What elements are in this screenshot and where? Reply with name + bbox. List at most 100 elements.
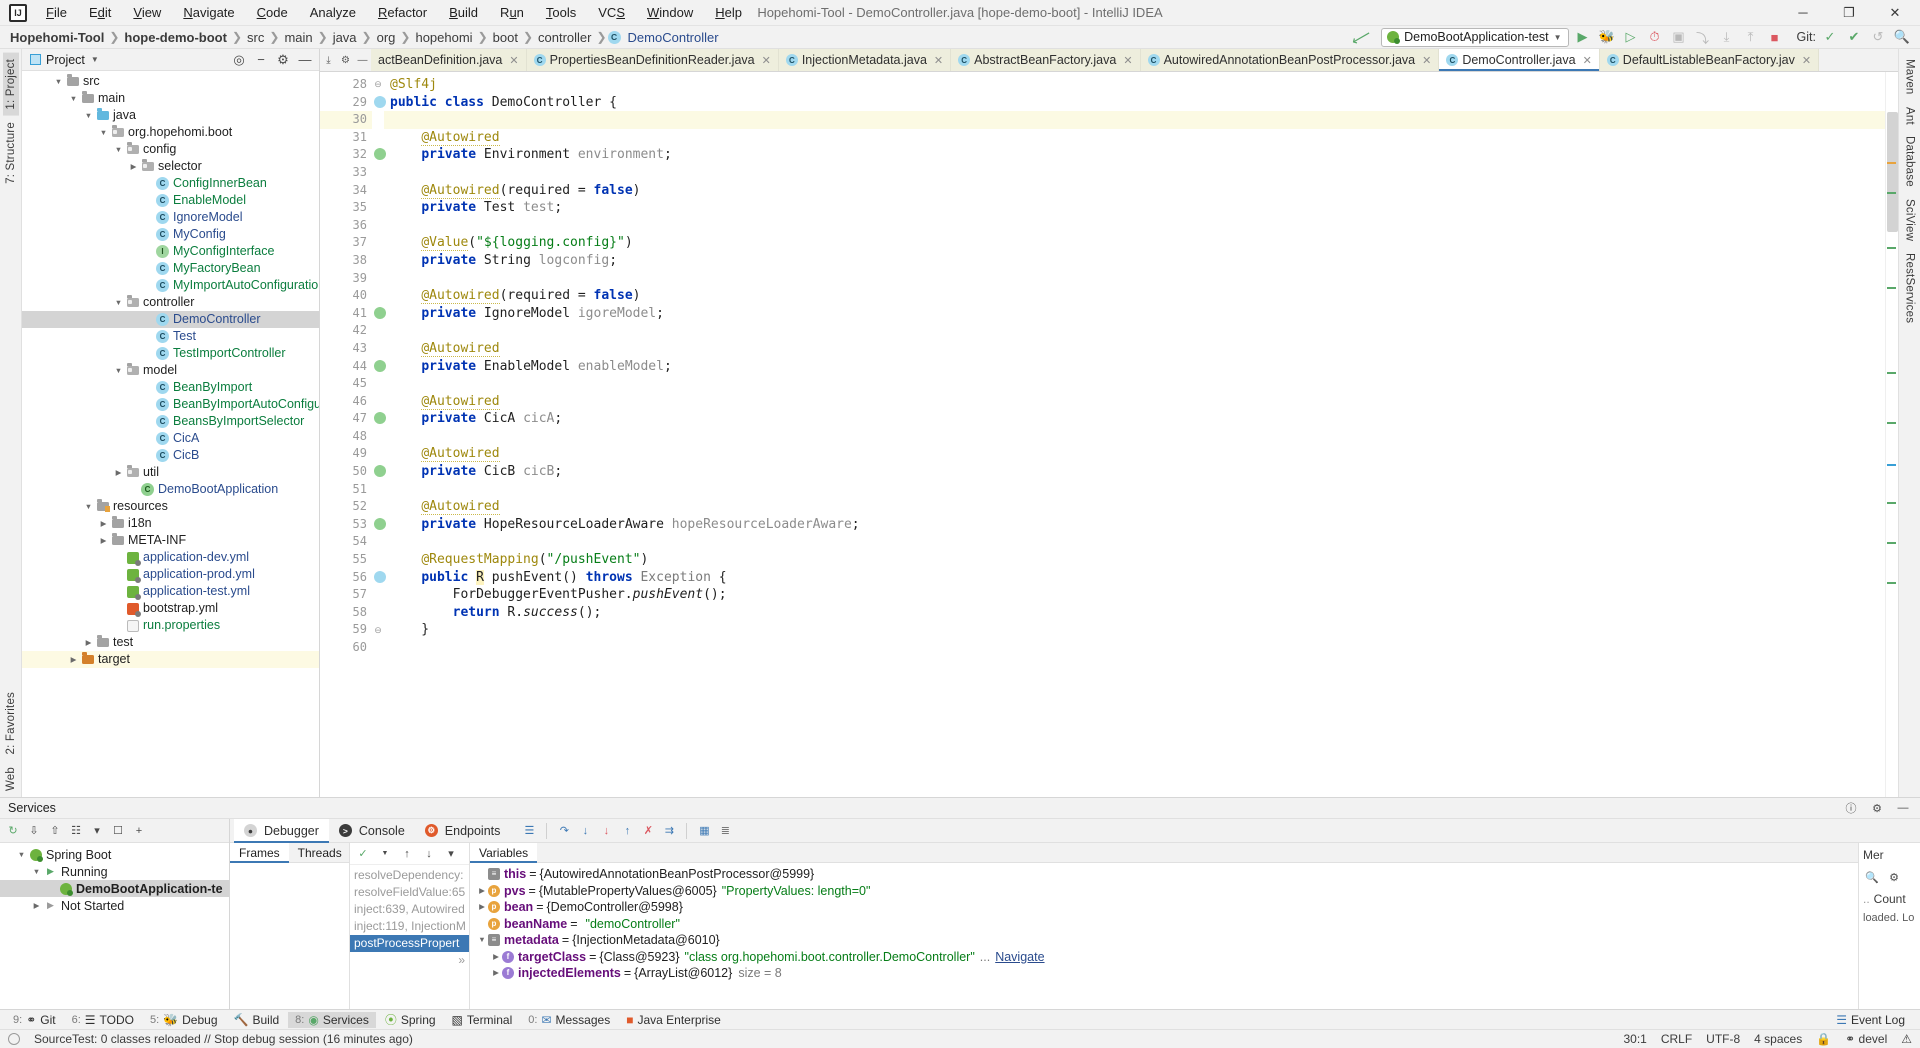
change-marker[interactable] xyxy=(1887,422,1896,424)
breadcrumb-boot[interactable]: boot ❯ xyxy=(489,29,534,46)
close-icon[interactable]: ✕ xyxy=(1422,54,1431,67)
line-number[interactable]: 49 xyxy=(320,445,372,463)
services-node-spring-boot[interactable]: ▼ Spring Boot xyxy=(0,846,229,863)
line-number[interactable]: 51 xyxy=(320,481,372,499)
line-separator[interactable]: CRLF xyxy=(1661,1032,1692,1046)
run-button[interactable]: ▶ xyxy=(1573,27,1593,47)
breadcrumb-hopehomi[interactable]: hopehomi ❯ xyxy=(411,29,488,46)
chevron-down-icon[interactable]: ▼ xyxy=(112,294,125,311)
tab-console[interactable]: > Console xyxy=(329,819,415,843)
force-step-into-icon[interactable]: ↓ xyxy=(597,822,615,840)
drop-frame-icon[interactable]: ✗ xyxy=(639,822,657,840)
step-over-icon[interactable]: ⤵ xyxy=(1693,27,1713,47)
editor-tab-defaultlistablebeanfactory-jav[interactable]: C DefaultListableBeanFactory.jav ✕ xyxy=(1599,49,1820,71)
chevron-down-icon[interactable]: ▼ xyxy=(91,55,99,64)
frames-overflow-icon[interactable]: » xyxy=(350,952,469,969)
tab-threads[interactable]: Threads xyxy=(289,843,351,863)
indent-setting[interactable]: 4 spaces xyxy=(1754,1032,1802,1046)
step-out-icon[interactable]: ⤒ xyxy=(1741,27,1761,47)
stop-button[interactable]: ■ xyxy=(1765,27,1785,47)
run-configuration-selector[interactable]: DemoBootApplication-test ▼ xyxy=(1381,27,1569,47)
run-to-cursor-icon[interactable]: ⇉ xyxy=(660,822,678,840)
line-number[interactable]: 55 xyxy=(320,551,372,569)
line-number[interactable]: 40 xyxy=(320,287,372,305)
step-into-icon[interactable]: ⤓ xyxy=(1717,27,1737,47)
services-node-demobootapplication-te[interactable]: DemoBootApplication-te xyxy=(0,880,229,897)
change-marker[interactable] xyxy=(1887,372,1896,374)
caret-position[interactable]: 30:1 xyxy=(1623,1032,1646,1046)
tree-node-config[interactable]: ▼ config xyxy=(22,141,319,158)
editor-tab-democontroller-java[interactable]: C DemoController.java ✕ xyxy=(1439,49,1600,71)
settings-gear-icon[interactable]: ⚙ xyxy=(273,50,293,70)
tree-node-testimportcontroller[interactable]: ▶CTestImportController xyxy=(22,345,319,362)
tree-node-org-hopehomi-boot[interactable]: ▼ org.hopehomi.boot xyxy=(22,124,319,141)
line-number[interactable]: 31 xyxy=(320,129,372,147)
mute-breakpoints-icon[interactable]: ☰ xyxy=(520,822,538,840)
chevron-right-icon[interactable]: ▶ xyxy=(97,515,110,532)
minimize-button[interactable]: ─ xyxy=(1780,0,1826,26)
caret-marker[interactable] xyxy=(1887,464,1896,466)
toolwindow-services[interactable]: 8: ◉ Services xyxy=(288,1011,376,1028)
editor-scrollbar-thumb[interactable] xyxy=(1887,112,1898,232)
tab-frames[interactable]: Frames xyxy=(230,842,289,863)
line-number[interactable]: 54 xyxy=(320,533,372,551)
line-number[interactable]: 41 xyxy=(320,305,386,323)
editor-tab-injectionmetadata-java[interactable]: C InjectionMetadata.java ✕ xyxy=(778,49,952,71)
run-with-coverage-button[interactable]: ▷ xyxy=(1621,27,1641,47)
breadcrumb-src[interactable]: src ❯ xyxy=(243,29,280,46)
chevron-right-icon[interactable]: ▶ xyxy=(112,464,125,481)
line-number[interactable]: 32 xyxy=(320,146,386,164)
variable-row[interactable]: ▶ f injectedElements = {ArrayList@6012} siz… xyxy=(470,965,1858,982)
gutter-bean-icon[interactable] xyxy=(374,465,386,478)
change-marker[interactable] xyxy=(1887,582,1896,584)
tree-node-application-test-yml[interactable]: ▶ application-test.yml xyxy=(22,583,319,600)
file-encoding[interactable]: UTF-8 xyxy=(1706,1032,1740,1046)
line-number[interactable]: 43 xyxy=(320,340,372,358)
code-line[interactable]: private CicB cicB; xyxy=(384,463,1885,481)
menu-navigate[interactable]: Navigate xyxy=(172,2,245,23)
tree-node-myconfiginterface[interactable]: ▶IMyConfigInterface xyxy=(22,243,319,260)
code-line[interactable]: @Autowired xyxy=(384,445,1885,463)
editor-tab-actbeandefinition-java[interactable]: actBeanDefinition.java ✕ xyxy=(371,49,527,71)
thread-state-icon[interactable]: ✓ xyxy=(354,845,372,863)
close-icon[interactable]: ✕ xyxy=(762,54,771,67)
chevron-down-icon[interactable]: ▼ xyxy=(15,850,28,859)
tree-node-ignoremodel[interactable]: ▶CIgnoreModel xyxy=(22,209,319,226)
tree-node-application-dev-yml[interactable]: ▶ application-dev.yml xyxy=(22,549,319,566)
gutter-bean-icon[interactable] xyxy=(374,570,386,583)
line-number[interactable]: 59 xyxy=(320,621,372,639)
show-in-new-tab-icon[interactable]: ☐ xyxy=(109,822,127,840)
tree-node-application-prod-yml[interactable]: ▶ application-prod.yml xyxy=(22,566,319,583)
toolwindow-git[interactable]: 9: ⚭ Git xyxy=(6,1012,63,1028)
sidebar-item-restservices[interactable]: RestServices xyxy=(1902,247,1918,329)
tree-node-i18n[interactable]: ▶ i18n xyxy=(22,515,319,532)
tree-node-beanbyimportautoconfiguration[interactable]: ▶CBeanByImportAutoConfiguration xyxy=(22,396,319,413)
back-arrow-icon[interactable]: ⟵ xyxy=(1343,22,1379,53)
line-number[interactable]: 50 xyxy=(320,463,386,481)
code-line[interactable]: private HopeResourceLoaderAware hopeReso… xyxy=(384,516,1885,534)
variable-row[interactable]: ▶ p pvs = {MutablePropertyValues@6005} "Pro… xyxy=(470,883,1858,900)
frame-up-icon[interactable]: ↑ xyxy=(398,845,416,863)
toolwindow-terminal[interactable]: ▧ Terminal xyxy=(445,1012,520,1028)
code-line[interactable]: private CicA cicA; xyxy=(384,410,1885,428)
change-marker[interactable] xyxy=(1887,192,1896,194)
tree-node-selector[interactable]: ▶ selector xyxy=(22,158,319,175)
editor-tab-abstractbeanfactory-java[interactable]: C AbstractBeanFactory.java ✕ xyxy=(951,49,1141,71)
line-number[interactable]: 38 xyxy=(320,252,372,270)
tree-node-myimportautoconfiguration[interactable]: ▶CMyImportAutoConfiguration xyxy=(22,277,319,294)
line-number[interactable]: 44 xyxy=(320,358,386,376)
scroll-from-source-icon[interactable]: ◎ xyxy=(229,50,249,70)
tree-node-demobootapplication[interactable]: ▶CDemoBootApplication xyxy=(22,481,319,498)
tab-endpoints[interactable]: ⚙ Endpoints xyxy=(415,819,511,843)
ellipsis-icon[interactable]: .. xyxy=(1863,892,1870,906)
gutter-bean-icon[interactable] xyxy=(374,95,386,108)
code-line[interactable]: @RequestMapping("/pushEvent") xyxy=(384,551,1885,569)
tab-list-icon[interactable]: ⤓ xyxy=(320,49,337,71)
frame-down-icon[interactable]: ↓ xyxy=(420,845,438,863)
close-icon[interactable]: ✕ xyxy=(1583,54,1592,67)
step-out-icon[interactable]: ↑ xyxy=(618,822,636,840)
chevron-right-icon[interactable]: ▶ xyxy=(490,965,502,982)
code-line[interactable]: @Autowired xyxy=(384,498,1885,516)
add-service-icon[interactable]: + xyxy=(130,822,148,840)
lock-icon[interactable]: 🔒 xyxy=(1816,1032,1831,1046)
